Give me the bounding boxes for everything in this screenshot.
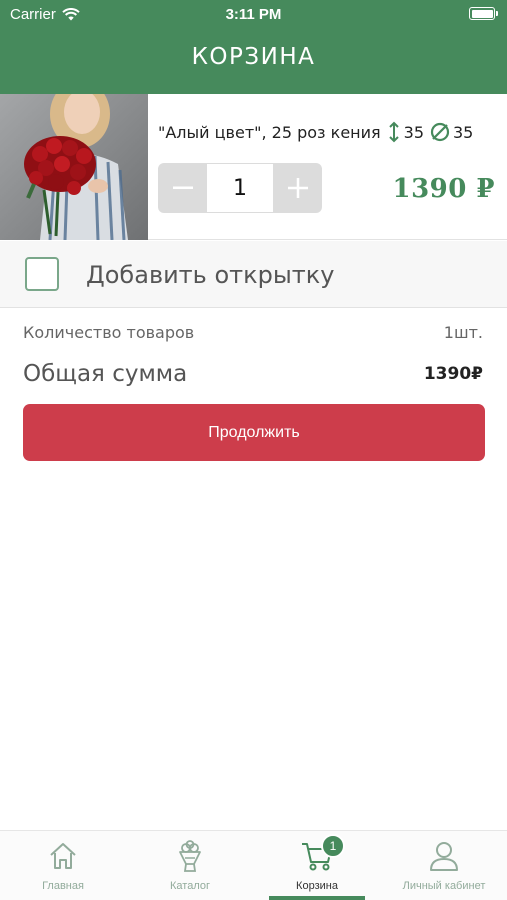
diameter-spec: 35	[430, 122, 473, 142]
tab-bar: Главная Каталог Корзина Личный кабинет	[0, 830, 507, 900]
cart-item: "Алый цвет", 25 роз кения 35 35 1 1390 ₽	[0, 94, 507, 240]
page-title: КОРЗИНА	[191, 44, 316, 70]
tab-label: Каталог	[170, 880, 210, 892]
height-arrow-icon	[388, 121, 399, 143]
tab-label: Корзина	[296, 880, 338, 892]
user-icon	[430, 842, 458, 871]
add-card-checkbox[interactable]	[25, 257, 59, 291]
diameter-value: 35	[453, 122, 474, 142]
total-value: 1390₽	[423, 364, 483, 384]
product-name: "Алый цвет", 25 роз кения	[158, 122, 381, 142]
quantity-stepper: 1	[158, 163, 322, 213]
battery-icon	[469, 7, 498, 20]
continue-button[interactable]: Продолжить	[23, 404, 485, 461]
add-card-label: Добавить открытку	[86, 261, 335, 289]
header: Carrier 3:11 PM КОРЗИНА	[0, 0, 507, 94]
diameter-icon	[430, 122, 450, 142]
bouquet-icon	[179, 840, 201, 872]
increase-button[interactable]	[273, 163, 322, 213]
active-tab-indicator	[269, 896, 365, 900]
home-icon	[50, 843, 76, 869]
tab-cart[interactable]: Корзина	[254, 831, 380, 900]
total-label: Общая сумма	[23, 361, 188, 387]
add-card-row[interactable]: Добавить открытку	[0, 241, 507, 308]
height-value: 35	[403, 122, 424, 142]
item-price: 1390 ₽	[392, 174, 495, 204]
items-count-value: 1шт.	[443, 323, 483, 342]
product-name-row: "Алый цвет", 25 роз кения 35 35	[158, 121, 473, 143]
tab-account[interactable]: Личный кабинет	[381, 831, 507, 900]
decrease-button[interactable]	[158, 163, 207, 213]
plus-icon	[287, 178, 308, 198]
product-photo[interactable]	[0, 94, 148, 240]
tab-label: Главная	[42, 880, 84, 892]
tab-home[interactable]: Главная	[0, 831, 126, 900]
status-bar: Carrier 3:11 PM	[0, 0, 507, 30]
tab-catalog[interactable]: Каталог	[127, 831, 253, 900]
tab-label: Личный кабинет	[402, 880, 486, 892]
items-count-label: Количество товаров	[23, 323, 195, 342]
quantity-value[interactable]: 1	[207, 164, 273, 212]
status-time: 3:11 PM	[225, 6, 282, 23]
cart-badge: 1	[321, 834, 345, 858]
height-spec: 35	[387, 121, 424, 143]
minus-icon	[172, 186, 193, 189]
